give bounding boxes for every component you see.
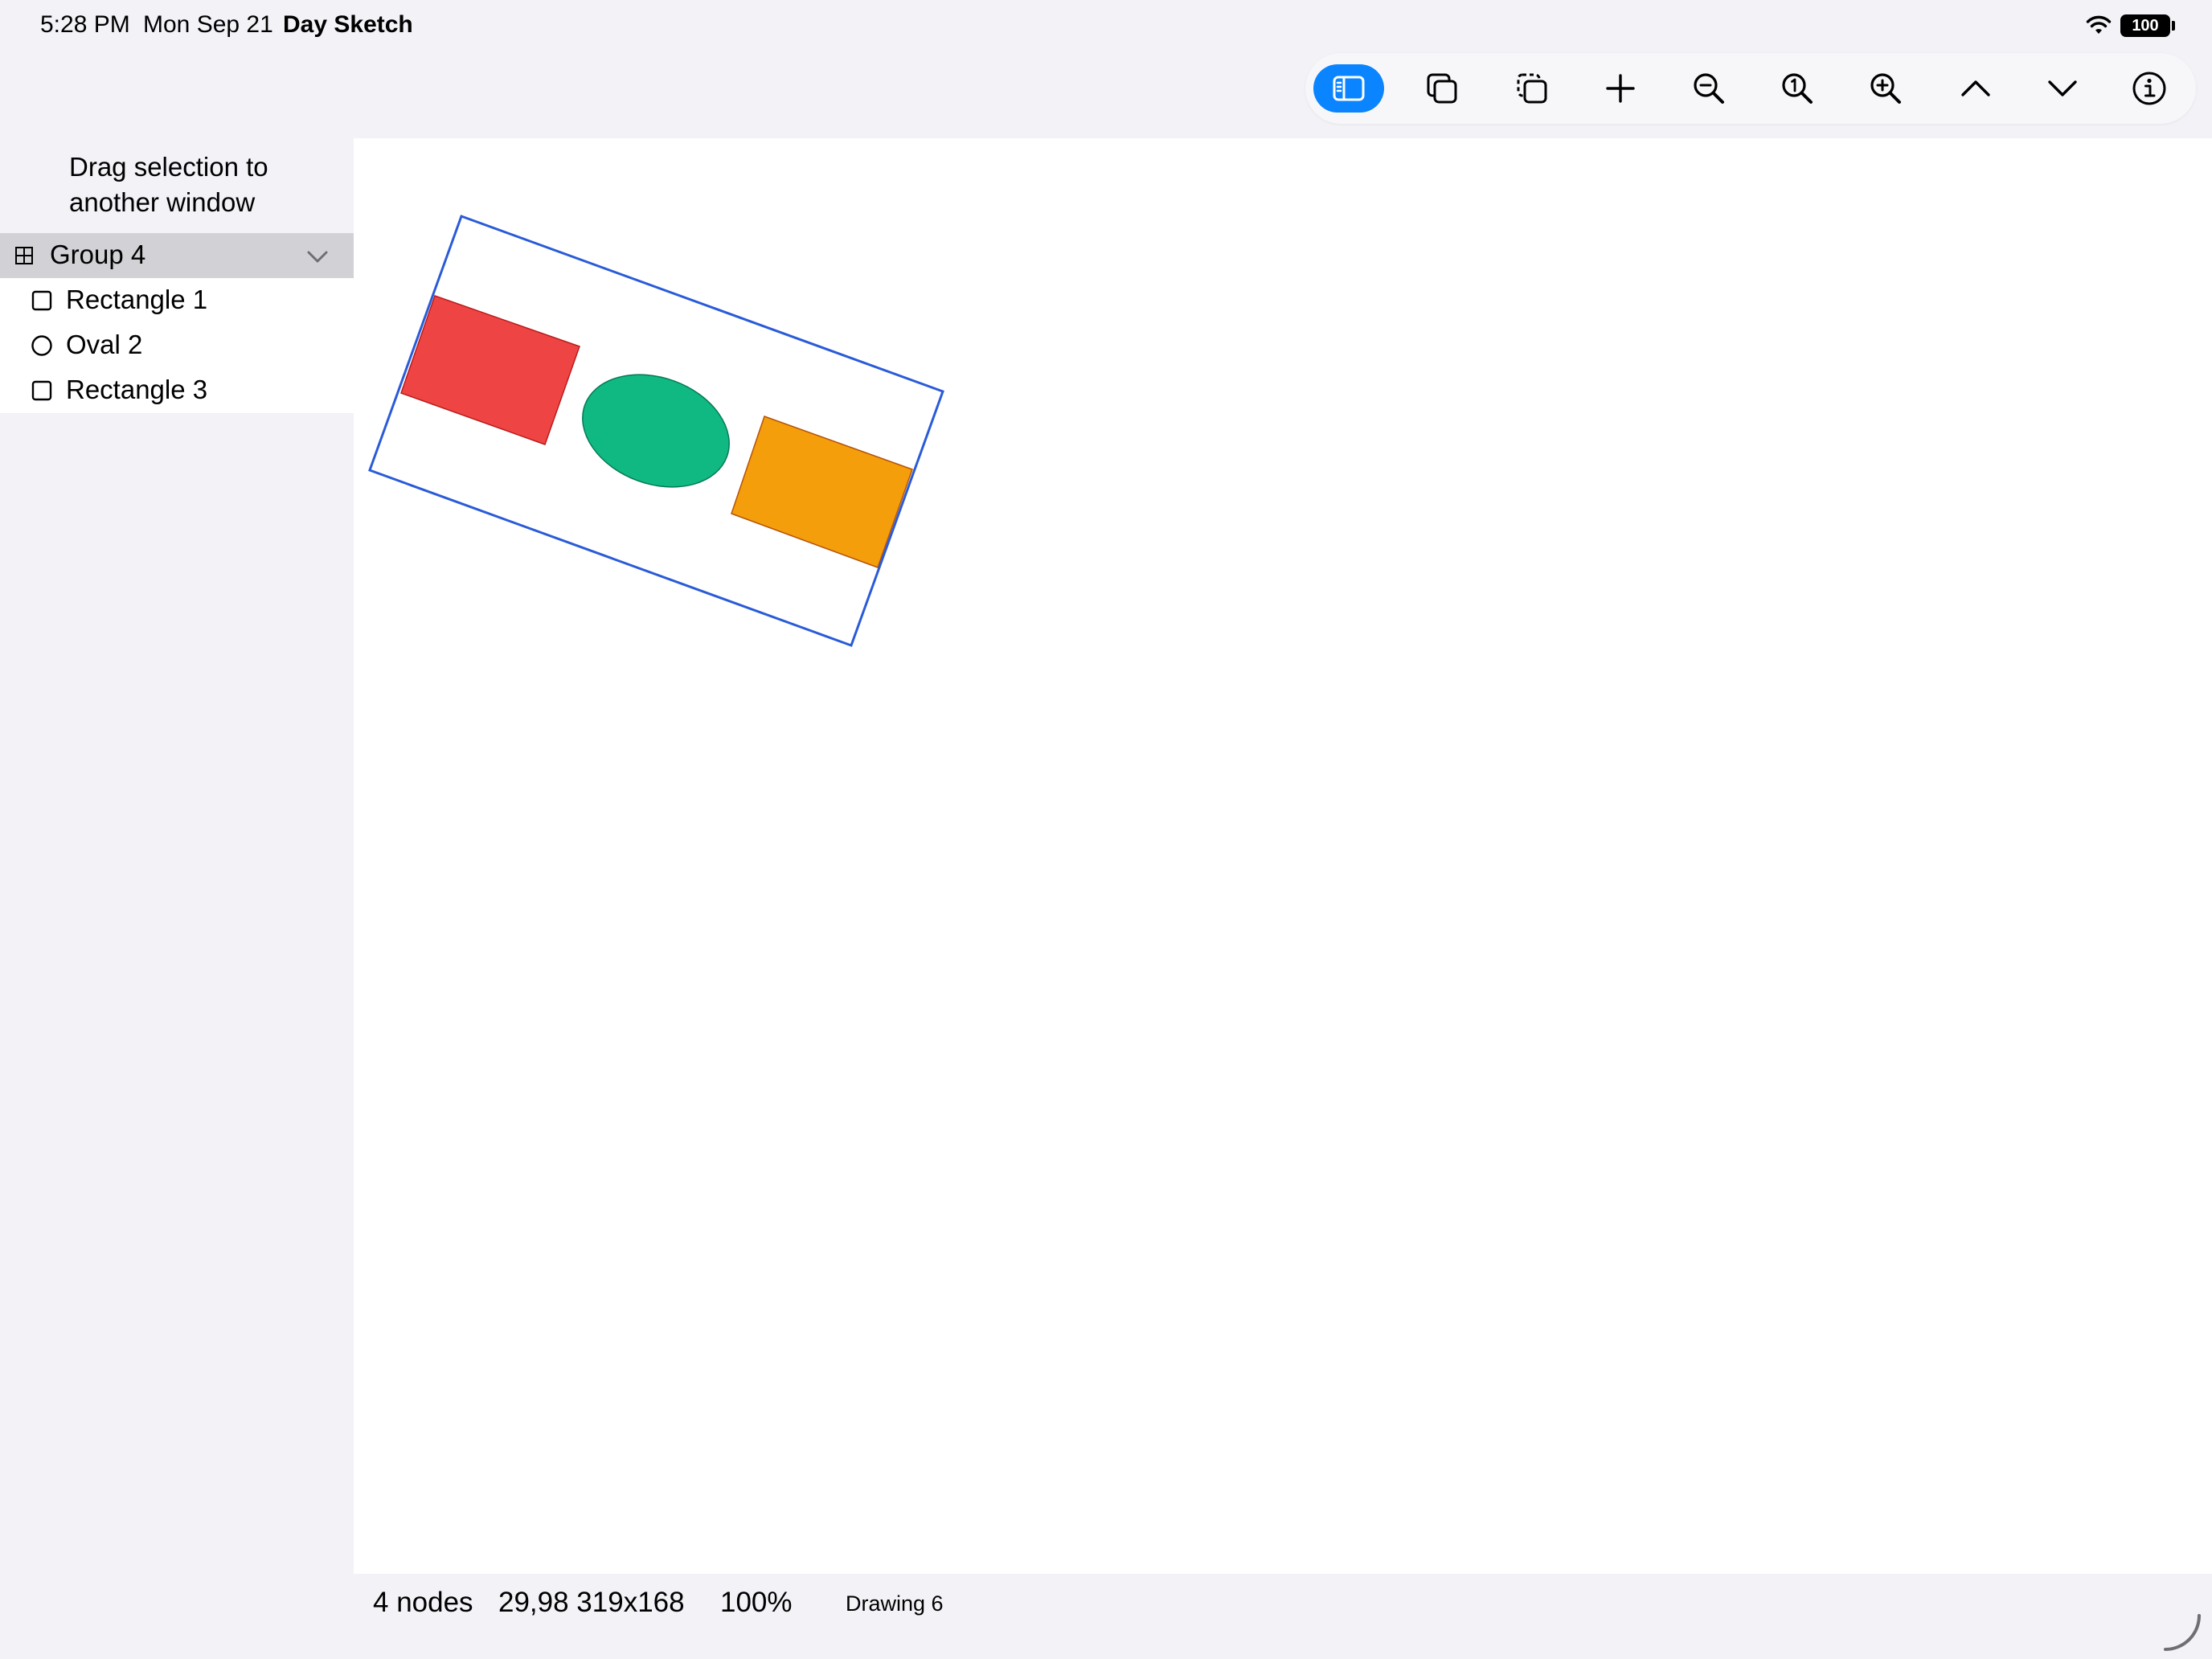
zoom-out-icon bbox=[1694, 73, 1724, 104]
outline-item-label: Rectangle 1 bbox=[66, 285, 208, 314]
rectangle-3-shape[interactable] bbox=[731, 416, 913, 568]
outline-item-rectangle-1[interactable]: Rectangle 1 bbox=[0, 278, 354, 323]
duplicate-button[interactable] bbox=[1407, 64, 1477, 113]
sidebar: Drag selection to another window Group 4… bbox=[0, 138, 354, 1659]
oval-icon bbox=[31, 335, 52, 356]
zoom-actual-icon bbox=[1782, 73, 1813, 104]
toggle-sidebar-button[interactable] bbox=[1313, 64, 1384, 113]
paste-button[interactable] bbox=[1497, 64, 1567, 113]
rectangle-icon bbox=[31, 290, 52, 311]
outline-item-rectangle-3[interactable]: Rectangle 3 bbox=[0, 368, 354, 413]
selection-geometry: 29,98 319x168 bbox=[498, 1587, 685, 1618]
outline-item-group-4[interactable]: Group 4 bbox=[0, 233, 354, 278]
sidebar-hint: Drag selection to another window bbox=[69, 152, 268, 217]
previous-button[interactable] bbox=[1940, 64, 2011, 113]
sidebar-icon bbox=[1333, 76, 1365, 101]
outline-item-label: Oval 2 bbox=[66, 330, 143, 359]
toolbar bbox=[1305, 53, 2196, 124]
plus-icon bbox=[1606, 74, 1635, 103]
canvas-drawing bbox=[368, 215, 944, 647]
chevron-up-icon bbox=[1961, 80, 1990, 96]
duplicate-icon bbox=[1427, 73, 1457, 104]
add-button[interactable] bbox=[1585, 64, 1656, 113]
outline-item-label: Group 4 bbox=[50, 240, 146, 269]
info-icon bbox=[2132, 72, 2166, 105]
drawing-canvas[interactable] bbox=[354, 138, 2212, 1574]
status-bar: 5:28 PM Mon Sep 21 Day Sketch 100 bbox=[0, 0, 2212, 51]
actual-size-button[interactable] bbox=[1762, 64, 1833, 113]
zoom-out-button[interactable] bbox=[1673, 64, 1744, 113]
outline-item-oval-2[interactable]: Oval 2 bbox=[0, 323, 354, 368]
info-button[interactable] bbox=[2114, 64, 2185, 113]
battery-icon: 100 bbox=[2120, 14, 2170, 37]
chevron-down-icon bbox=[2048, 80, 2077, 96]
status-time: 5:28 PM bbox=[40, 11, 130, 38]
node-count: 4 nodes bbox=[373, 1587, 473, 1618]
rectangle-1-shape[interactable] bbox=[400, 295, 580, 445]
battery-nub bbox=[2172, 21, 2175, 31]
rectangle-icon bbox=[31, 380, 52, 401]
next-button[interactable] bbox=[2027, 64, 2098, 113]
zoom-level: 100% bbox=[720, 1587, 793, 1618]
resize-handle-icon[interactable] bbox=[2162, 1612, 2202, 1653]
status-footer: 4 nodes 29,98 319x168 100% Drawing 6 bbox=[354, 1574, 2212, 1659]
chevron-down-icon[interactable] bbox=[305, 244, 330, 268]
status-date: Mon Sep 21 bbox=[143, 11, 273, 38]
oval-2-shape[interactable] bbox=[567, 355, 745, 506]
document-name: Drawing 6 bbox=[846, 1591, 944, 1616]
paste-icon bbox=[1517, 73, 1547, 104]
group-icon bbox=[15, 247, 33, 264]
battery-level: 100 bbox=[2132, 17, 2159, 35]
status-app-name: Day Sketch bbox=[283, 11, 413, 38]
outline-list: Group 4 Rectangle 1 Oval 2 Rectangle 3 bbox=[0, 233, 354, 413]
zoom-in-button[interactable] bbox=[1850, 64, 1921, 113]
outline-item-label: Rectangle 3 bbox=[66, 375, 208, 404]
wifi-icon bbox=[2086, 15, 2112, 34]
zoom-in-icon bbox=[1870, 73, 1901, 104]
